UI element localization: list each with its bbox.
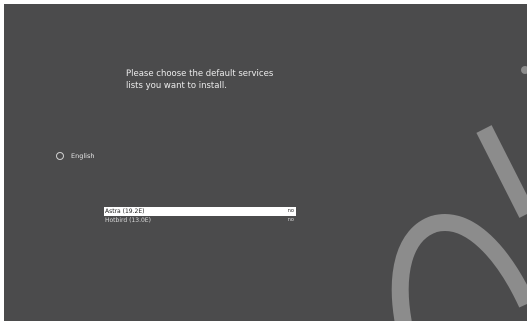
setup-screen: Please choose the default services lists… <box>4 4 527 321</box>
radio-icon[interactable] <box>56 152 64 160</box>
instruction-line-2: lists you want to install. <box>126 81 227 91</box>
language-label: English <box>71 152 95 160</box>
list-item-hotbird[interactable]: Hotbird (13.0E) no <box>104 216 296 225</box>
services-list: Astra (19.2E) no Hotbird (13.0E) no <box>104 207 296 225</box>
instruction-line-1: Please choose the default services <box>126 69 274 79</box>
background-logo-icon <box>391 66 527 321</box>
service-name: Hotbird (13.0E) <box>105 217 151 224</box>
service-value: no <box>287 208 294 214</box>
list-item-astra[interactable]: Astra (19.2E) no <box>104 207 296 216</box>
instruction-text: Please choose the default services lists… <box>126 68 346 92</box>
service-name: Astra (19.2E) <box>105 208 145 215</box>
language-option[interactable]: English <box>56 152 94 160</box>
service-value: no <box>287 217 294 223</box>
